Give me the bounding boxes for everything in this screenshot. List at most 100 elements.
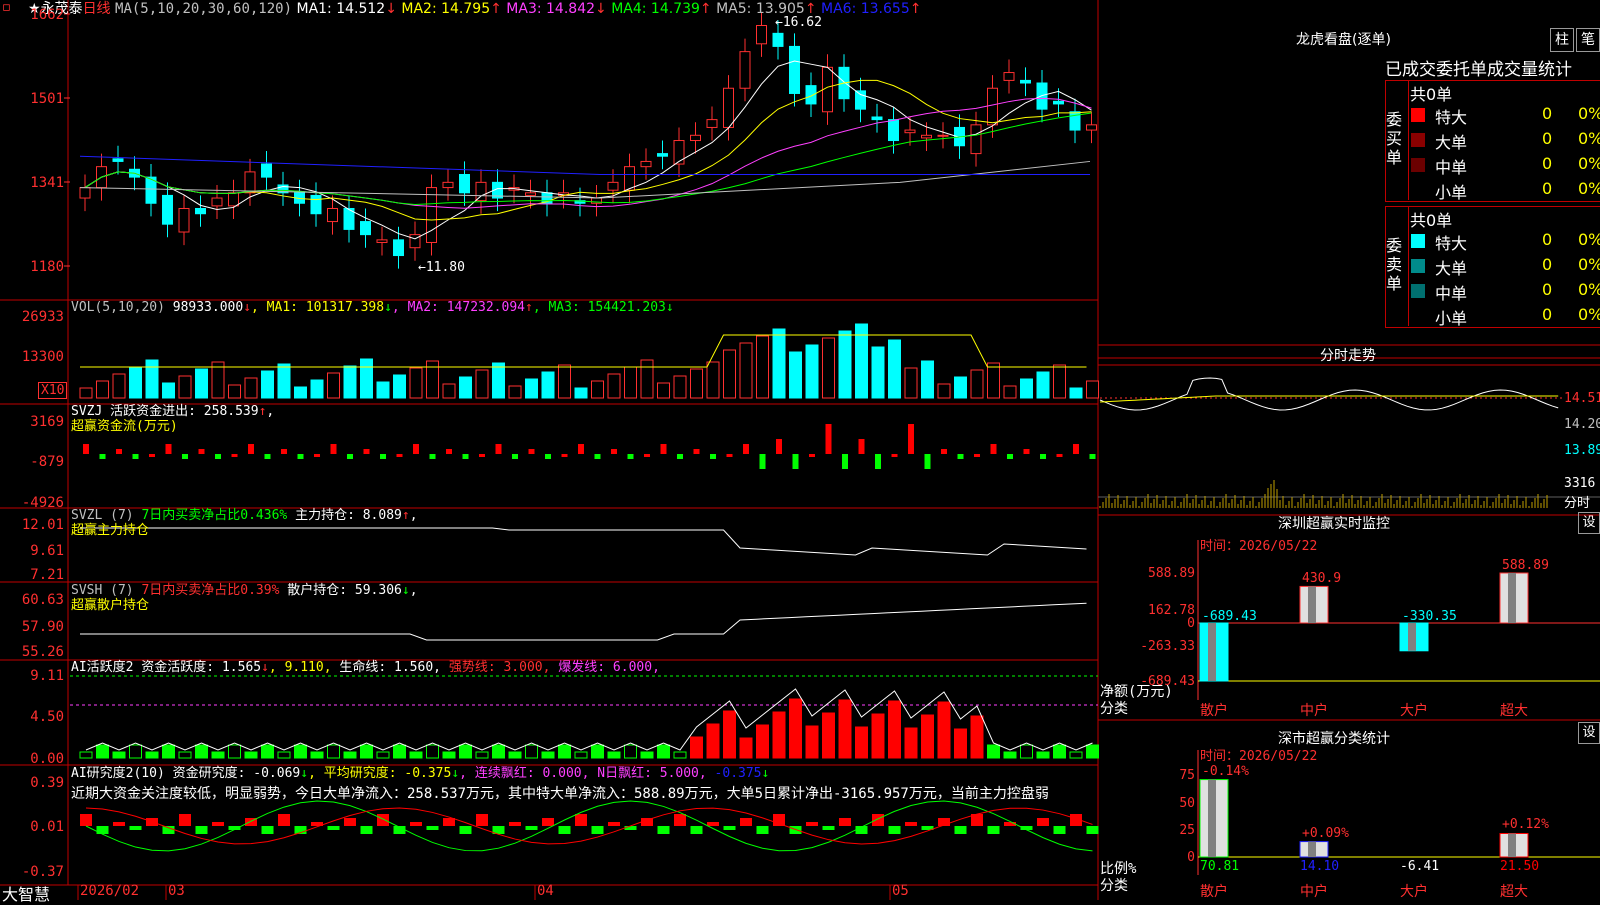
chart-canvas: [0, 0, 1600, 900]
sh-bar-shade-1: [1308, 841, 1316, 857]
air-bar: [1086, 826, 1099, 834]
svzj-bar: [924, 454, 931, 469]
vol-bar: [624, 366, 637, 399]
sh-settings-button[interactable]: 设: [1578, 722, 1600, 744]
sz-bar-shade-1: [1308, 586, 1316, 623]
sh-value-0: 70.81: [1200, 859, 1240, 874]
svzj-bar: [1040, 454, 1046, 459]
svzj-header: SVZJ 活跃资金进出: 258.539↑,: [71, 405, 274, 419]
kline-candle: [195, 207, 206, 215]
kline-ytick: 1341: [30, 175, 64, 191]
vol-bar: [261, 370, 274, 399]
lhb-buy-row-name: 特大: [1435, 108, 1468, 127]
ai-bar: [79, 751, 93, 759]
ai-bar: [1003, 751, 1017, 759]
ai-bar: [855, 726, 868, 759]
sh-value-2: -6.41: [1400, 859, 1440, 874]
air-bar: [558, 826, 571, 834]
kline-candle: [310, 194, 322, 215]
svzj-bar: [198, 449, 205, 454]
svsh-header-part-1: 7日内买卖净占比0.39%: [141, 583, 280, 598]
vol-bar: [723, 349, 736, 399]
lhb-buy-divider: [1408, 80, 1409, 200]
kline-candle: [888, 119, 899, 142]
vol-bar: [393, 374, 406, 399]
svzj-bar: [578, 444, 584, 454]
svzj-bar: [446, 449, 452, 454]
svzj-bar: [347, 454, 353, 459]
air-bar: [773, 814, 785, 826]
kline-candle: [607, 181, 619, 191]
ai-research-header: AI研究度2(10) 资金研究度: -0.069↓, 平均研究度: -0.375…: [71, 767, 769, 781]
kline-candle: [789, 45, 800, 94]
sh-time: 时间：2026/05/22: [1200, 749, 1318, 764]
svzj-bar: [726, 454, 733, 457]
air-bar: [608, 822, 620, 826]
ai-active-header-part-2: , 9.110,: [268, 660, 340, 675]
kline-candle: [723, 87, 734, 128]
x-label-1: 03: [168, 883, 185, 899]
svsh-header-part-2: 散户持仓: 59.306: [279, 583, 402, 598]
kline-candle: [1003, 72, 1015, 81]
kline-candle: [657, 153, 668, 157]
ai-bar: [129, 744, 142, 759]
sz-bar-shade-2: [1408, 623, 1416, 651]
vol-bar: [574, 387, 588, 399]
kline-candle: [624, 166, 635, 191]
kline-corner-icon[interactable]: ▫: [2, 1, 11, 15]
ai-bar: [805, 725, 819, 759]
lhb-tick-button[interactable]: 笔: [1576, 28, 1600, 52]
svsh-header-part-3: ↓: [401, 583, 410, 598]
air-ytick: 0.01: [30, 819, 64, 835]
svzj-ytick: -4926: [21, 495, 64, 511]
vol-header-part-8: ↓: [665, 300, 674, 315]
ma-2-value: MA2: 14.795: [396, 1, 491, 17]
vol-header-part-3: , MA1: 101317.398: [251, 300, 385, 315]
vol-header-part-7: , MA3: 154421.203: [532, 300, 666, 315]
lhb-sell-row-pct: 0%: [1578, 305, 1600, 324]
intraday-price-mid: 14.20: [1564, 417, 1600, 432]
svzj-bar: [660, 444, 667, 454]
vol-ma-line: [80, 334, 1087, 368]
sz-cat-3: 超大: [1500, 703, 1528, 719]
svzj-ytick: 3169: [30, 414, 64, 430]
ai-active-header-part-0: AI活跃度2 资金活跃度: 1.565: [71, 660, 262, 675]
lhb-sell-row-value: 0: [1542, 255, 1553, 274]
vol-bar: [772, 328, 786, 399]
ai-bar: [409, 751, 423, 759]
brand-label: 大智慧: [2, 885, 51, 904]
vol-bar: [1003, 385, 1017, 399]
vol-bar: [871, 346, 885, 399]
kline-candle: [756, 25, 767, 45]
svzj-bar: [693, 449, 700, 454]
air-bar: [360, 826, 373, 834]
svzj-bar: [116, 449, 122, 454]
vol-bar: [475, 369, 489, 399]
lhb-buy-swatch: [1411, 108, 1425, 122]
svzj-bar: [380, 454, 386, 459]
ma-2-arrow: ↑: [490, 1, 502, 17]
vol-bar: [178, 375, 192, 399]
air-bar: [740, 818, 752, 826]
lhb-header: 已成交委托单成交量统计: [1385, 60, 1572, 80]
lhb-buy-row-value: 0: [1542, 154, 1553, 173]
air-ytick: -0.37: [21, 864, 64, 880]
vol-bar: [888, 339, 901, 399]
low-label: ←11.80: [418, 260, 465, 275]
svzl-line: [80, 527, 1087, 556]
svzl-ytick: 9.61: [30, 543, 64, 559]
lhb-sell-swatch: [1411, 284, 1425, 298]
lhb-bar-button[interactable]: 柱: [1550, 28, 1574, 52]
air-bar: [377, 814, 389, 826]
vol-bar: [492, 362, 505, 399]
air-bar: [476, 814, 488, 826]
kline-candle: [112, 158, 124, 162]
sz-settings-button[interactable]: 设: [1578, 512, 1600, 534]
lhb-sell-swatch: [1411, 259, 1425, 273]
ai-bar: [921, 714, 934, 759]
sh-value-1: 14.10: [1300, 859, 1340, 874]
lhb-sell-row-value: 0: [1542, 280, 1553, 299]
sh-cat-3: 超大: [1500, 884, 1528, 900]
sh-change-3: +0.12%: [1502, 817, 1549, 833]
vol-bar: [294, 386, 307, 399]
